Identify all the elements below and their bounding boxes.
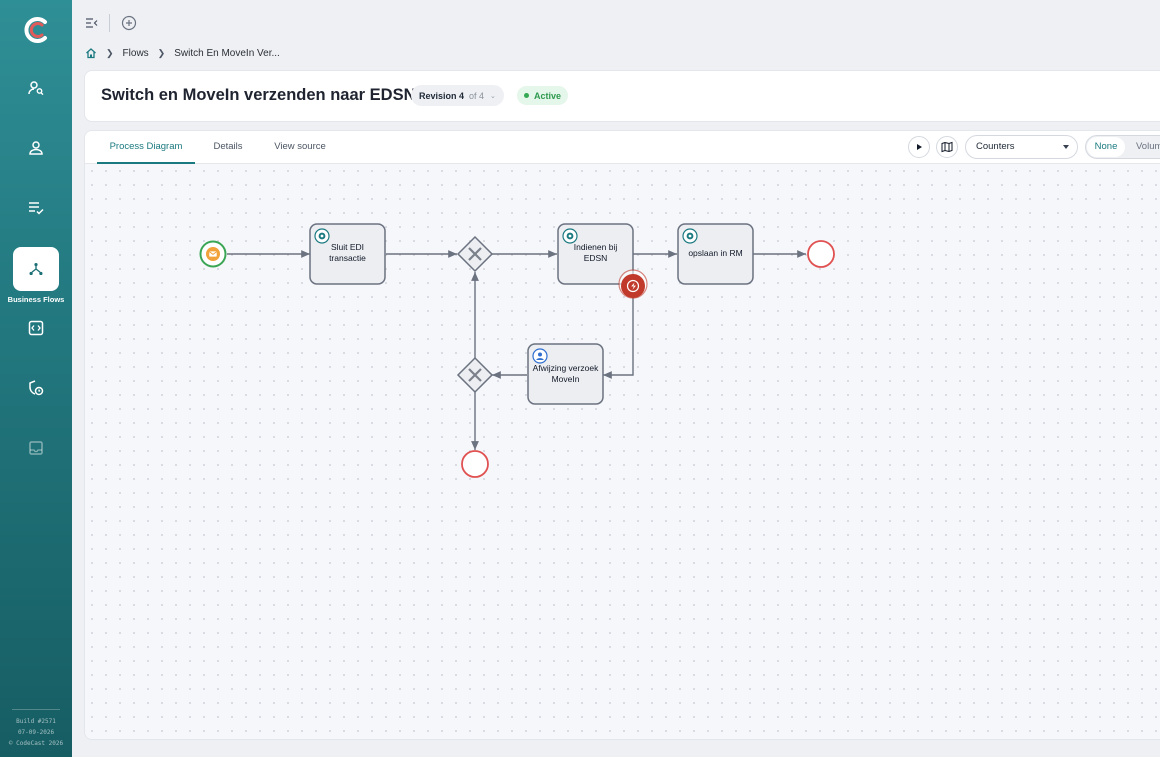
user-icon [29,141,43,155]
tab-details[interactable]: Details [203,131,253,164]
counters-select[interactable]: Counters [965,135,1078,159]
diagram-card: Process Diagram Details View source Coun… [84,130,1160,740]
breadcrumb-flows[interactable]: Flows [123,48,149,59]
home-icon[interactable] [85,47,97,59]
chevron-down-icon [1063,145,1069,149]
chevron-down-icon: ⌄ [490,92,496,100]
overlay-segmented-control: None Volume [1085,135,1160,159]
inbox-icon [29,441,43,455]
end-event-2[interactable] [461,450,489,478]
chevron-right-icon: ❯ [157,47,166,58]
task-label-afwijzing: Afwijzing verzoek MoveIn [532,363,599,384]
build-date: 07-09-2026 [17,729,55,736]
status-dot-icon [524,93,529,98]
task-label-sluit: Sluit EDI transactie [329,242,366,263]
add-tab-icon[interactable] [121,15,137,31]
sidebar-item-business-flows[interactable] [13,247,59,291]
end-event-1[interactable] [807,240,835,268]
sidebar-item-users[interactable] [0,128,72,168]
minimap-button[interactable] [936,136,958,158]
tab-bar: Process Diagram Details View source Coun… [85,131,1160,164]
revision-of: of 4 [469,90,485,101]
status-label: Active [534,90,562,101]
tab-view-source[interactable]: View source [265,131,335,164]
revision-label: Revision 4 [419,90,465,101]
map-icon [941,141,953,153]
play-icon [917,144,922,150]
breadcrumb: ❯ Flows ❯ Switch En MoveIn Ver... [85,46,280,60]
sidebar: Business Flows Build #2571 07-09-2026 © … [0,0,72,757]
gateway-exclusive-2[interactable] [456,356,494,394]
task-label-indienen: Indienen bij EDSN [573,242,618,263]
segment-none[interactable]: None [1087,137,1125,157]
boundary-error-event[interactable] [618,269,648,299]
revision-selector[interactable]: Revision 4 of 4 ⌄ [411,85,504,106]
breadcrumb-current: Switch En MoveIn Ver... [174,47,280,59]
play-button[interactable] [908,136,930,158]
flow-header-card: Switch en MoveIn verzenden naar EDSN Rev… [84,70,1160,122]
shield-clock-icon [29,380,44,396]
chevron-right-icon: ❯ [106,47,114,58]
top-divider [109,14,110,32]
sidebar-active-label: Business Flows [7,295,65,304]
code-icon [28,320,44,336]
flow-icon [29,262,43,276]
sidebar-item-user-search[interactable] [0,68,72,108]
counters-select-value: Counters [976,141,1015,152]
gateway-exclusive-1[interactable] [456,235,494,273]
status-badge: Active [517,86,569,105]
copyright: © CodeCast 2026 [8,740,64,747]
start-message-event[interactable] [199,240,227,268]
codecast-logo[interactable] [21,15,51,45]
build-number: Build #2571 [16,718,56,725]
page-title: Switch en MoveIn verzenden naar EDSN [101,86,416,104]
sidebar-item-inbox[interactable] [0,428,72,468]
tab-process-diagram[interactable]: Process Diagram [97,131,195,164]
collapse-sidebar-icon[interactable] [84,16,98,30]
diagram-canvas[interactable]: Sluit EDI transactie Indienen bij EDSN o… [85,164,1160,739]
sidebar-item-security[interactable] [0,368,72,408]
user-search-icon [28,81,44,96]
task-label-opslaan: opslaan in RM [688,248,743,258]
segment-volume[interactable]: Volume [1136,136,1160,158]
checklist-icon [29,202,44,215]
sidebar-divider [12,709,60,710]
sidebar-item-tasks[interactable] [0,188,72,228]
sidebar-item-code[interactable] [0,308,72,348]
